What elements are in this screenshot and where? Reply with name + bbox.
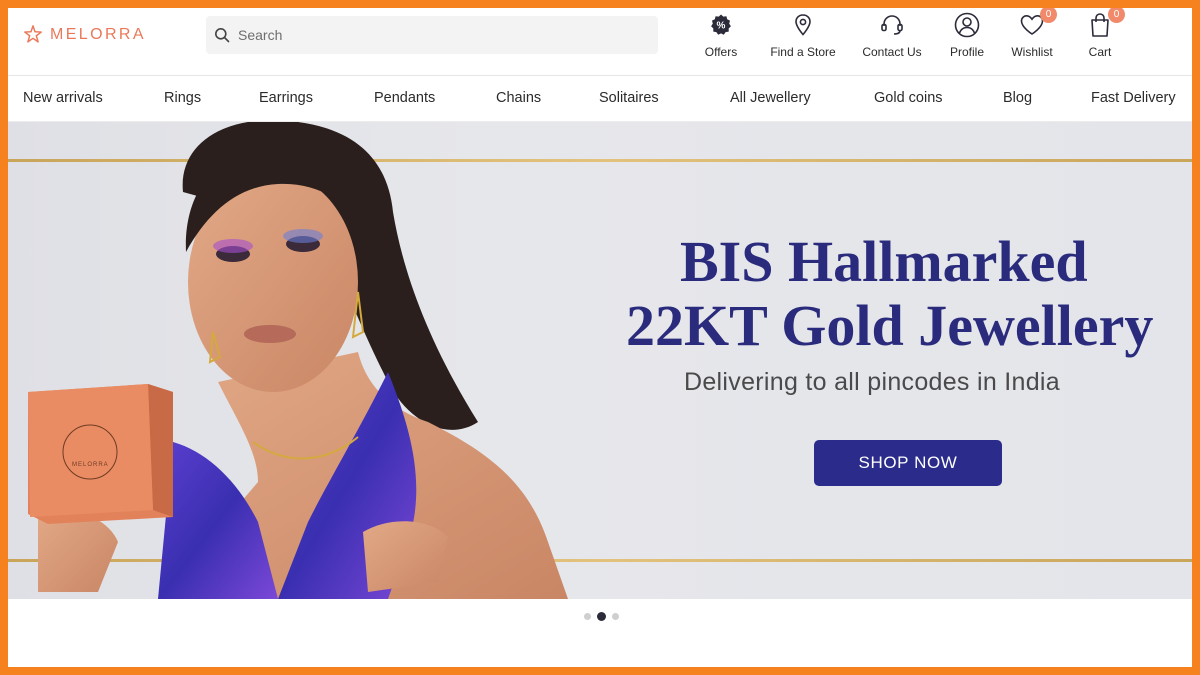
offers-label: Offers	[704, 45, 738, 59]
search-input[interactable]	[238, 27, 638, 43]
carousel-dot-2[interactable]	[597, 612, 606, 621]
headset-icon	[879, 12, 905, 38]
hero-banner[interactable]: MELORRA BIS Hallmarked 22KT Gold Jewelle…	[8, 122, 1192, 599]
nav-solitaires[interactable]: Solitaires	[599, 90, 659, 106]
nav-new-arrivals[interactable]: New arrivals	[23, 90, 103, 106]
nav-fast-delivery[interactable]: Fast Delivery	[1091, 90, 1176, 106]
carousel-dot-3[interactable]	[612, 613, 619, 620]
search-bar[interactable]	[206, 16, 658, 54]
cart-count-badge: 0	[1108, 8, 1125, 23]
banner-headline-line1: BIS Hallmarked	[680, 229, 1088, 294]
box-brand-text: MELORRA	[72, 462, 109, 468]
nav-chains[interactable]: Chains	[496, 90, 541, 106]
banner-headline-line2: 22KT Gold Jewellery	[626, 293, 1154, 358]
carousel-dot-1[interactable]	[584, 613, 591, 620]
nav-gold-coins[interactable]: Gold coins	[874, 90, 943, 106]
carousel-dots	[584, 612, 619, 621]
find-store-button[interactable]: Find a Store	[758, 12, 848, 59]
svg-text:%: %	[717, 21, 726, 32]
site-header: MELORRA % Offers	[8, 8, 1192, 76]
user-icon	[954, 12, 980, 38]
nav-rings[interactable]: Rings	[164, 90, 201, 106]
brand-logo[interactable]: MELORRA	[22, 24, 146, 46]
nav-blog[interactable]: Blog	[1003, 90, 1032, 106]
nav-pendants[interactable]: Pendants	[374, 90, 435, 106]
find-store-label: Find a Store	[770, 45, 836, 59]
jewellery-box-image	[28, 384, 173, 524]
cart-button[interactable]: 0 Cart	[1055, 8, 1145, 59]
profile-label: Profile	[949, 45, 984, 59]
location-pin-icon	[790, 12, 816, 38]
heart-icon: 0	[1019, 8, 1057, 38]
category-nav: New arrivals Rings Earrings Pendants Cha…	[8, 77, 1192, 122]
banner-subline: Delivering to all pincodes in India	[684, 368, 1060, 396]
brand-name: MELORRA	[50, 26, 146, 43]
model-photo	[28, 122, 568, 599]
contact-us-label: Contact Us	[862, 45, 922, 59]
shop-now-button[interactable]: SHOP NOW	[814, 440, 1002, 486]
wishlist-label: Wishlist	[1011, 45, 1053, 59]
search-icon	[215, 28, 230, 43]
nav-all-jewellery[interactable]: All Jewellery	[730, 90, 811, 106]
nav-earrings[interactable]: Earrings	[259, 90, 313, 106]
page-frame: MELORRA % Offers	[8, 8, 1192, 667]
offers-button[interactable]: % Offers	[676, 12, 766, 59]
melorra-logo-icon	[24, 25, 42, 43]
bag-icon: 0	[1087, 8, 1125, 38]
cart-label: Cart	[1088, 45, 1112, 59]
percent-icon: %	[708, 12, 734, 38]
